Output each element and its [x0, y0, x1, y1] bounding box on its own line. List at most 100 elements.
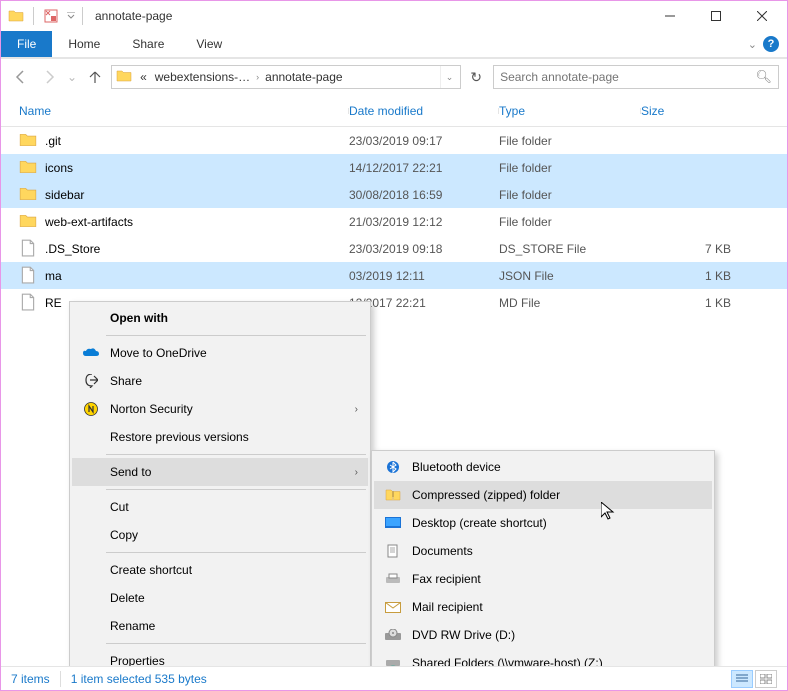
search-icon[interactable]: 🔍︎	[755, 69, 772, 85]
zip-folder-icon	[380, 488, 406, 502]
ctx-move-onedrive[interactable]: Move to OneDrive	[72, 339, 368, 367]
context-menu: Open with Move to OneDrive Share Norton …	[69, 301, 371, 678]
breadcrumb[interactable]: « webextensions-… › annotate-page ⌄	[111, 65, 461, 89]
breadcrumb-seg-1[interactable]: annotate-page	[261, 70, 346, 84]
col-size[interactable]: Size	[641, 104, 731, 118]
navigation-bar: ⌄ « webextensions-… › annotate-page ⌄ ↻ …	[1, 59, 787, 95]
refresh-button[interactable]: ↻	[465, 66, 487, 88]
file-row[interactable]: sidebar30/08/2018 16:59File folder	[1, 181, 787, 208]
sendto-documents[interactable]: Documents	[374, 537, 712, 565]
window-controls	[647, 2, 785, 30]
desktop-icon	[380, 517, 406, 529]
file-name: web-ext-artifacts	[45, 215, 349, 229]
file-date: 23/03/2019 09:17	[349, 134, 499, 148]
ctx-send-to[interactable]: Send to›	[72, 458, 368, 486]
app-icon	[7, 7, 25, 25]
file-row[interactable]: web-ext-artifacts21/03/2019 12:12File fo…	[1, 208, 787, 235]
expand-ribbon-icon[interactable]: ⌄	[748, 38, 757, 51]
file-name: sidebar	[45, 188, 349, 202]
status-selected: 1 item selected 535 bytes	[71, 672, 207, 686]
icons-view-button[interactable]	[755, 670, 777, 688]
file-row[interactable]: .git23/03/2019 09:17File folder	[1, 127, 787, 154]
send-to-submenu: Bluetooth device Compressed (zipped) fol…	[371, 450, 715, 680]
ctx-delete[interactable]: Delete	[72, 584, 368, 612]
title-bar: annotate-page	[1, 1, 787, 31]
ctx-rename[interactable]: Rename	[72, 612, 368, 640]
file-size: 7 KB	[641, 242, 731, 256]
onedrive-icon	[78, 348, 104, 358]
file-date: 12/2017 22:21	[349, 296, 499, 310]
folder-icon	[19, 212, 39, 232]
sendto-bluetooth[interactable]: Bluetooth device	[374, 453, 712, 481]
minimize-button[interactable]	[647, 2, 693, 30]
back-button[interactable]	[9, 65, 33, 89]
qat-dropdown-icon[interactable]	[64, 6, 78, 26]
tab-share[interactable]: Share	[116, 31, 180, 57]
search-input[interactable]	[500, 70, 755, 84]
maximize-button[interactable]	[693, 2, 739, 30]
col-type[interactable]: Type	[499, 104, 641, 118]
sendto-mail[interactable]: Mail recipient	[374, 593, 712, 621]
status-bar: 7 items 1 item selected 535 bytes	[1, 666, 787, 690]
folder-icon	[19, 158, 39, 178]
file-tab[interactable]: File	[1, 31, 52, 57]
ctx-copy[interactable]: Copy	[72, 521, 368, 549]
qat-separator2	[82, 7, 83, 25]
col-date[interactable]: Date modified	[349, 104, 499, 118]
documents-icon	[380, 544, 406, 558]
close-button[interactable]	[739, 2, 785, 30]
help-icon[interactable]: ?	[763, 36, 779, 52]
breadcrumb-dropdown-icon[interactable]: ⌄	[440, 66, 458, 88]
chevron-right-icon[interactable]: ›	[254, 72, 261, 82]
status-item-count: 7 items	[11, 672, 50, 686]
chevron-right-icon: ›	[355, 467, 362, 478]
file-name: .git	[45, 134, 349, 148]
search-box[interactable]: 🔍︎	[493, 65, 779, 89]
mail-icon	[380, 602, 406, 613]
breadcrumb-seg-0[interactable]: webextensions-…	[151, 70, 254, 84]
file-name: icons	[45, 161, 349, 175]
file-row[interactable]: icons14/12/2017 22:21File folder	[1, 154, 787, 181]
column-headers: Name Date modified Type Size	[1, 95, 787, 127]
window-title: annotate-page	[95, 9, 172, 23]
ctx-create-shortcut[interactable]: Create shortcut	[72, 556, 368, 584]
ribbon: File Home Share View ⌄ ?	[1, 31, 787, 57]
sendto-dvd[interactable]: DVD RW Drive (D:)	[374, 621, 712, 649]
ctx-cut[interactable]: Cut	[72, 493, 368, 521]
col-name[interactable]: Name	[19, 104, 349, 118]
file-type: File folder	[499, 188, 641, 202]
ctx-restore[interactable]: Restore previous versions	[72, 423, 368, 451]
sendto-compressed[interactable]: Compressed (zipped) folder	[374, 481, 712, 509]
fax-icon	[380, 573, 406, 585]
sendto-fax[interactable]: Fax recipient	[374, 565, 712, 593]
tab-home[interactable]: Home	[52, 31, 116, 57]
details-view-button[interactable]	[731, 670, 753, 688]
history-dropdown-icon[interactable]: ⌄	[67, 70, 77, 84]
file-size: 1 KB	[641, 296, 731, 310]
file-name: ma	[45, 269, 349, 283]
share-icon	[78, 374, 104, 388]
file-icon	[19, 293, 39, 313]
file-type: File folder	[499, 215, 641, 229]
up-button[interactable]	[83, 65, 107, 89]
file-date: 21/03/2019 12:12	[349, 215, 499, 229]
breadcrumb-prefix[interactable]: «	[136, 70, 151, 84]
file-type: JSON File	[499, 269, 641, 283]
tab-view[interactable]: View	[180, 31, 238, 57]
properties-qat-icon[interactable]	[42, 7, 60, 25]
ctx-share[interactable]: Share	[72, 367, 368, 395]
qat-separator	[33, 7, 34, 25]
file-type: File folder	[499, 134, 641, 148]
file-row[interactable]: .DS_Store23/03/2019 09:18DS_STORE File7 …	[1, 235, 787, 262]
forward-button[interactable]	[37, 65, 61, 89]
file-name: .DS_Store	[45, 242, 349, 256]
file-type: DS_STORE File	[499, 242, 641, 256]
location-folder-icon	[116, 68, 134, 86]
file-row[interactable]: ma03/2019 12:11JSON File1 KB	[1, 262, 787, 289]
ctx-open-with[interactable]: Open with	[72, 304, 368, 332]
chevron-right-icon: ›	[355, 404, 362, 415]
sendto-desktop[interactable]: Desktop (create shortcut)	[374, 509, 712, 537]
ctx-norton[interactable]: Norton Security›	[72, 395, 368, 423]
file-type: MD File	[499, 296, 641, 310]
file-date: 30/08/2018 16:59	[349, 188, 499, 202]
